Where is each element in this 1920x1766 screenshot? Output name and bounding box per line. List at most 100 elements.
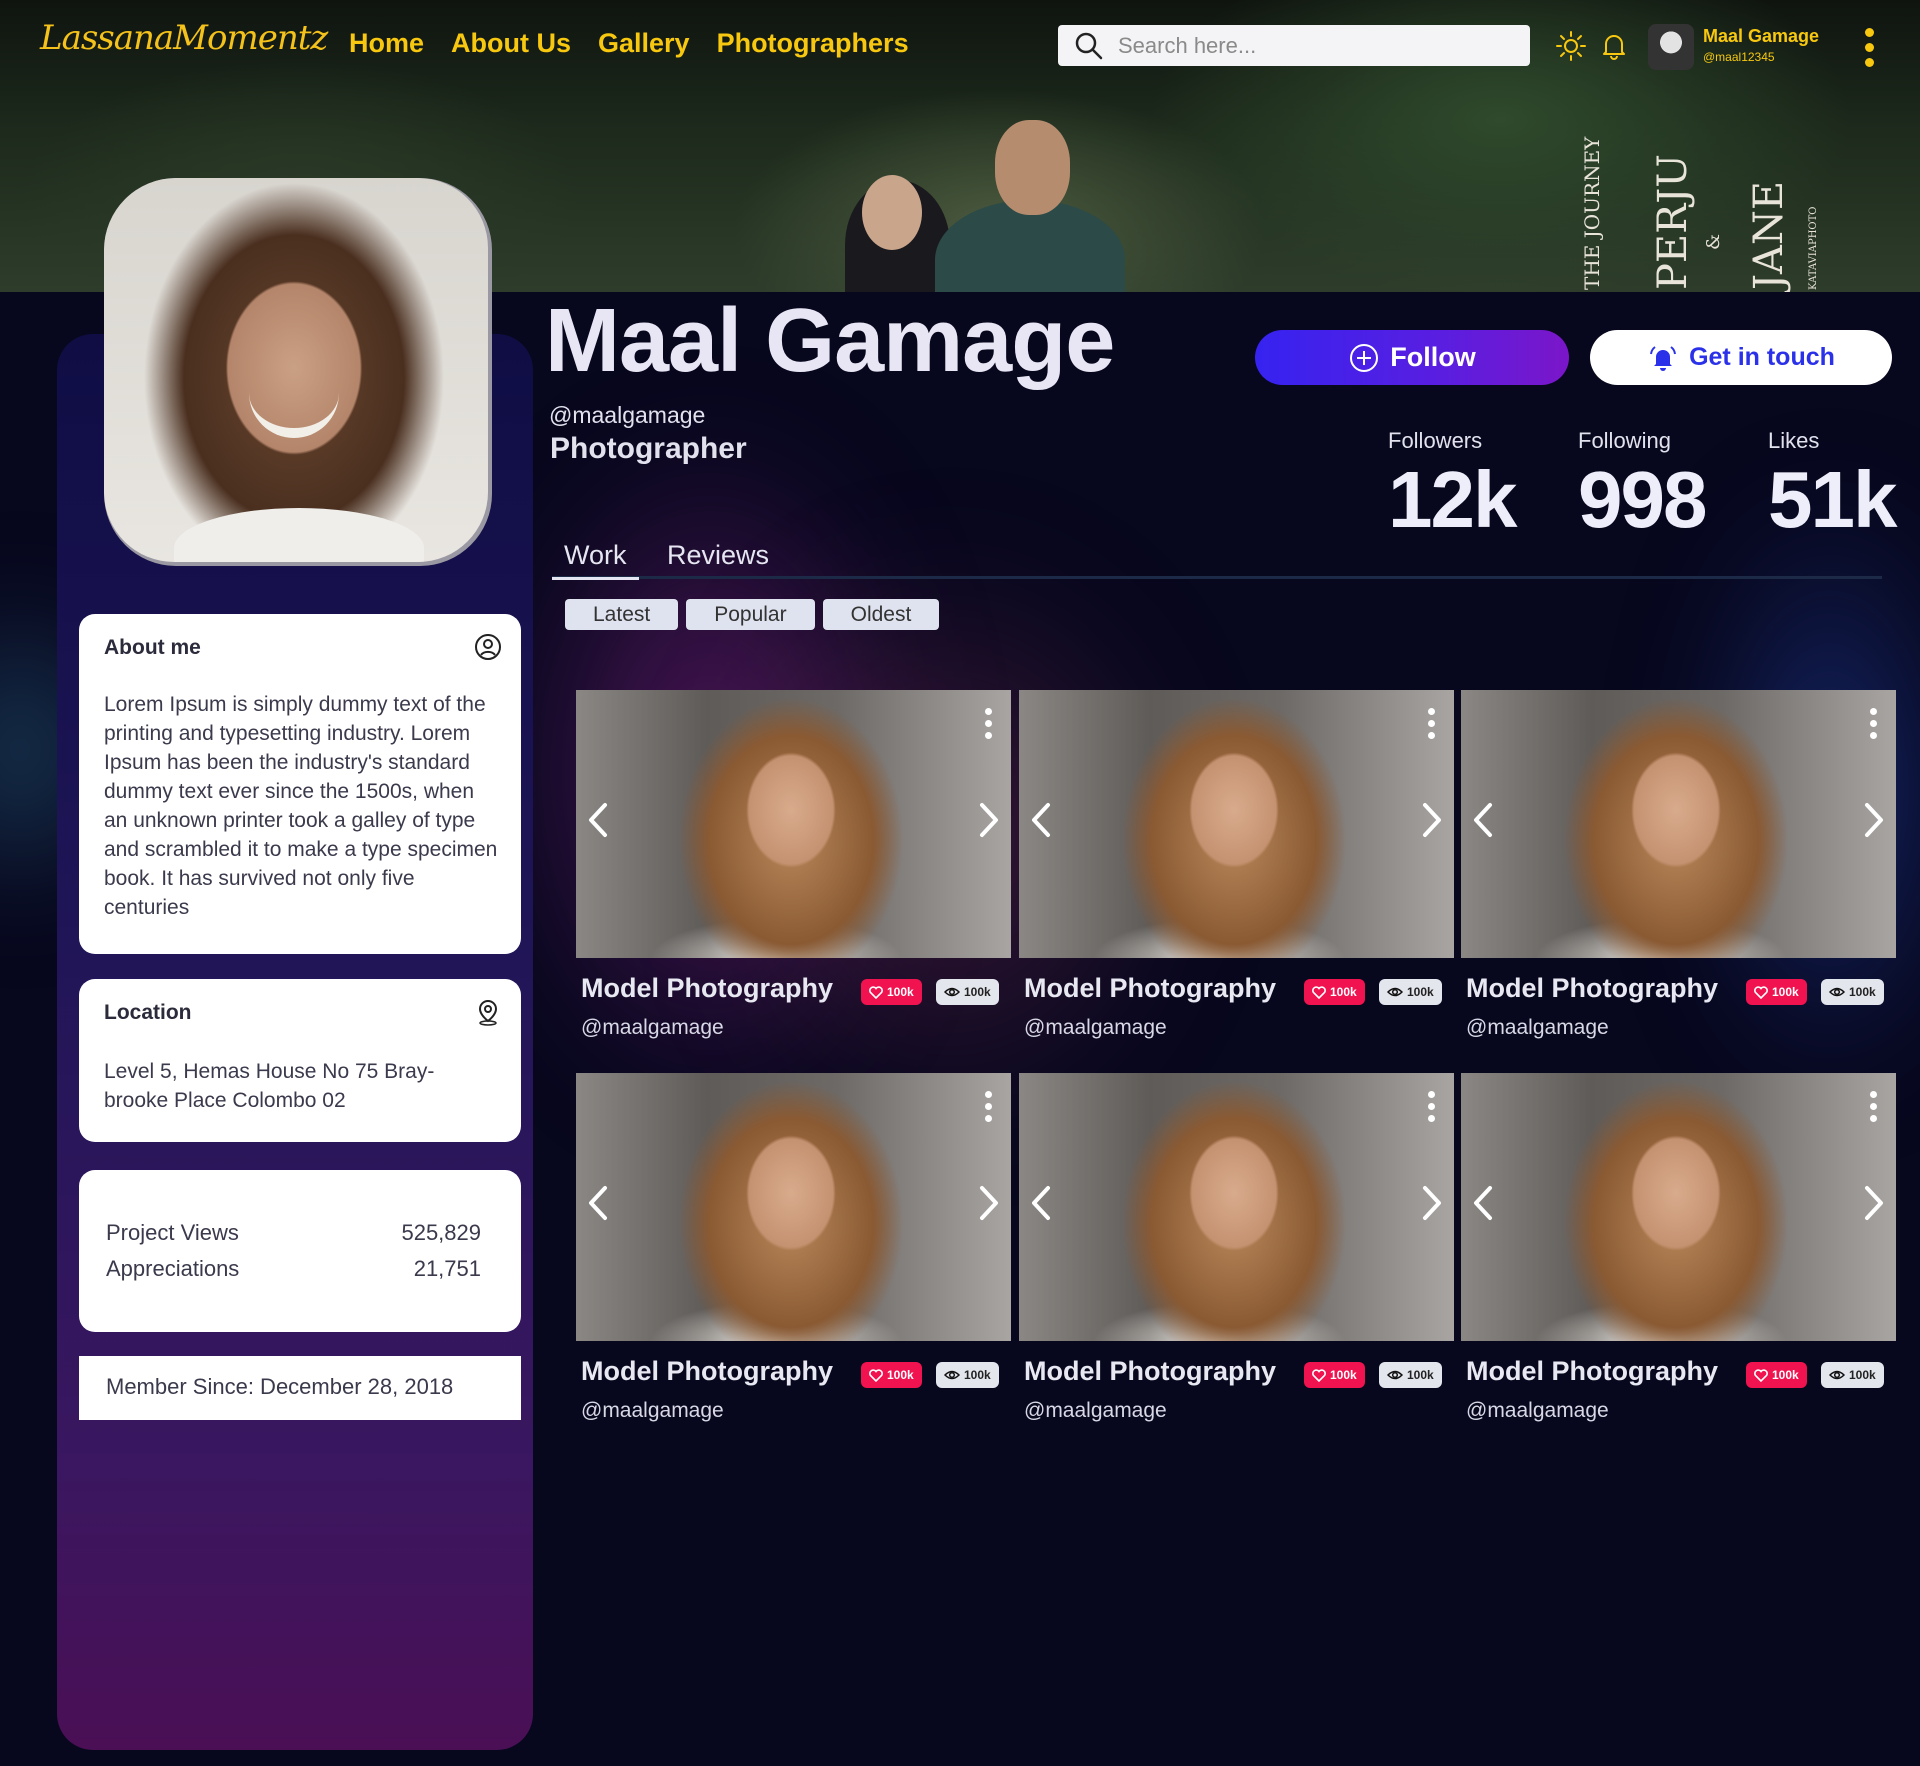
gallery-title[interactable]: Model Photography	[1024, 973, 1276, 1004]
chevron-right-icon[interactable]	[1422, 802, 1442, 838]
gallery-author[interactable]: @maalgamage	[1466, 1016, 1609, 1040]
more-menu-icon[interactable]	[1862, 28, 1876, 72]
map-pin-icon	[478, 999, 498, 1026]
sun-icon[interactable]	[1555, 30, 1587, 62]
chevron-right-icon[interactable]	[1864, 802, 1884, 838]
appreciations-row: Appreciations 21,751	[106, 1256, 481, 1282]
view-badge: 100k	[936, 1362, 999, 1388]
tab-work[interactable]: Work	[552, 540, 639, 580]
eye-icon	[944, 1370, 960, 1380]
like-badge[interactable]: 100k	[861, 1362, 922, 1388]
card-menu-icon[interactable]	[985, 1091, 993, 1127]
profile-handle: @maalgamage	[549, 402, 706, 428]
chevron-right-icon[interactable]	[1864, 1185, 1884, 1221]
card-menu-icon[interactable]	[1428, 1091, 1436, 1127]
appreciations-value: 21,751	[413, 1256, 481, 1281]
heart-icon	[869, 1368, 883, 1382]
gallery-author[interactable]: @maalgamage	[581, 1399, 724, 1423]
gallery-author[interactable]: @maalgamage	[1466, 1399, 1609, 1423]
eye-icon	[944, 987, 960, 997]
member-since: Member Since: December 28, 2018	[79, 1356, 521, 1420]
followers-stat: Followers 12k	[1388, 428, 1517, 540]
like-badge[interactable]: 100k	[1304, 1362, 1365, 1388]
gallery-author[interactable]: @maalgamage	[1024, 1399, 1167, 1423]
gallery-image[interactable]	[1461, 1073, 1896, 1341]
view-badge: 100k	[1379, 1362, 1442, 1388]
gallery-title[interactable]: Model Photography	[1466, 1356, 1718, 1387]
user-avatar[interactable]	[1648, 24, 1694, 70]
chevron-left-icon[interactable]	[588, 1185, 608, 1221]
likes-stat: Likes 51k	[1768, 428, 1897, 544]
location-card: Location Level 5, Hemas House No 75 Bray…	[79, 979, 521, 1142]
cover-text-amp: &	[1703, 233, 1724, 250]
location-text: Level 5, Hemas House No 75 Bray-brooke P…	[104, 1060, 435, 1112]
heart-icon	[1754, 985, 1768, 999]
chevron-left-icon[interactable]	[1031, 1185, 1051, 1221]
cover-person-1-head	[862, 175, 922, 250]
gallery-title[interactable]: Model Photography	[1024, 1356, 1276, 1387]
chevron-left-icon[interactable]	[588, 802, 608, 838]
gallery-title[interactable]: Model Photography	[1466, 973, 1718, 1004]
tab-reviews[interactable]: Reviews	[655, 540, 781, 577]
heart-icon	[1312, 985, 1326, 999]
like-badge[interactable]: 100k	[1304, 979, 1365, 1005]
filter-latest[interactable]: Latest	[565, 599, 679, 630]
chevron-left-icon[interactable]	[1031, 802, 1051, 838]
like-badge[interactable]: 100k	[1746, 1362, 1807, 1388]
likes-value: 51k	[1768, 455, 1897, 544]
chevron-left-icon[interactable]	[1473, 1185, 1493, 1221]
card-menu-icon[interactable]	[1428, 708, 1436, 744]
heart-icon	[1754, 1368, 1768, 1382]
nav-home[interactable]: Home	[349, 28, 424, 59]
nav-about-us[interactable]: About Us	[451, 28, 571, 59]
gallery-image[interactable]	[576, 1073, 1011, 1341]
filter-popular[interactable]: Popular	[686, 599, 815, 630]
search-icon[interactable]	[1074, 31, 1104, 61]
gallery-author[interactable]: @maalgamage	[1024, 1016, 1167, 1040]
gallery-image[interactable]	[1461, 690, 1896, 958]
like-badge[interactable]: 100k	[1746, 979, 1807, 1005]
project-views-value: 525,829	[401, 1220, 481, 1245]
cover-text-jane: JANE	[1746, 180, 1792, 290]
user-name[interactable]: Maal Gamage	[1703, 26, 1819, 47]
filter-oldest[interactable]: Oldest	[822, 599, 940, 630]
top-navbar: LassanaMomentz Home About Us Gallery Pho…	[0, 0, 1920, 92]
like-count: 100k	[1330, 1368, 1357, 1382]
gallery-image[interactable]	[1019, 1073, 1454, 1341]
eye-icon	[1829, 1370, 1845, 1380]
chevron-right-icon[interactable]	[979, 802, 999, 838]
like-count: 100k	[887, 985, 914, 999]
nav-photographers[interactable]: Photographers	[717, 28, 909, 59]
gallery-title[interactable]: Model Photography	[581, 1356, 833, 1387]
about-card: About me Lorem Ipsum is simply dummy tex…	[79, 614, 521, 954]
gallery-title[interactable]: Model Photography	[581, 973, 833, 1004]
search-input[interactable]	[1116, 31, 1520, 60]
likes-label: Likes	[1768, 428, 1820, 453]
gallery-author[interactable]: @maalgamage	[581, 1016, 724, 1040]
card-menu-icon[interactable]	[1870, 708, 1878, 744]
chevron-right-icon[interactable]	[1422, 1185, 1442, 1221]
card-menu-icon[interactable]	[1870, 1091, 1878, 1127]
project-stats-card: Project Views 525,829 Appreciations 21,7…	[79, 1170, 521, 1332]
appreciations-label: Appreciations	[106, 1256, 240, 1281]
profile-photo	[104, 178, 492, 566]
project-views-row: Project Views 525,829	[106, 1220, 481, 1246]
gallery-image[interactable]	[576, 690, 1011, 958]
view-count: 100k	[1407, 1368, 1434, 1382]
view-badge: 100k	[1379, 979, 1442, 1005]
like-badge[interactable]: 100k	[861, 979, 922, 1005]
follow-button[interactable]: Follow	[1255, 330, 1569, 385]
bell-icon[interactable]	[1598, 30, 1630, 62]
eye-icon	[1829, 987, 1845, 997]
following-value: 998	[1578, 455, 1707, 544]
get-in-touch-button[interactable]: Get in touch	[1590, 330, 1892, 385]
chevron-right-icon[interactable]	[979, 1185, 999, 1221]
nav-gallery[interactable]: Gallery	[598, 28, 690, 59]
card-menu-icon[interactable]	[985, 708, 993, 744]
brand-logo[interactable]: LassanaMomentz	[40, 18, 328, 58]
profile-tabs: Work Reviews	[552, 540, 1882, 580]
gallery-image[interactable]	[1019, 690, 1454, 958]
view-count: 100k	[964, 985, 991, 999]
follow-label: Follow	[1390, 342, 1476, 372]
chevron-left-icon[interactable]	[1473, 802, 1493, 838]
